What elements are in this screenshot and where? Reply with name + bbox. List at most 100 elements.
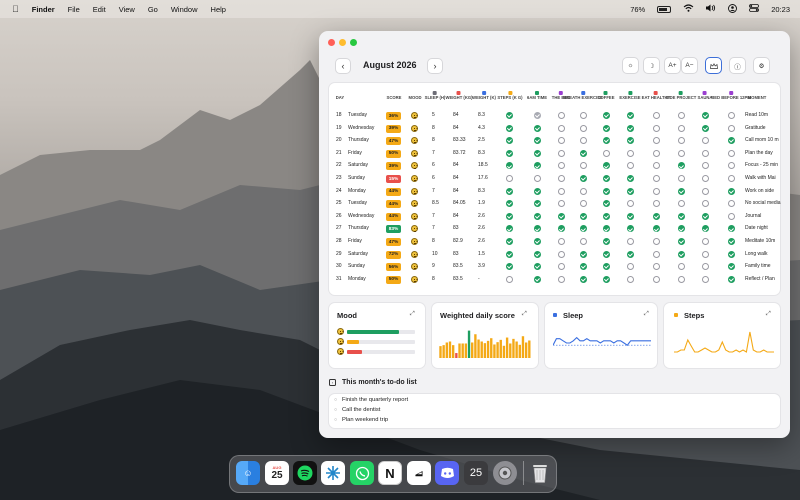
- habit-check[interactable]: [602, 175, 610, 182]
- habit-check[interactable]: [557, 200, 565, 208]
- menu-go[interactable]: Go: [148, 5, 158, 14]
- habit-check[interactable]: [533, 149, 541, 157]
- habit-check[interactable]: [727, 124, 735, 132]
- habit-check[interactable]: [557, 175, 565, 182]
- zoom-window-button[interactable]: [350, 39, 357, 46]
- habit-check[interactable]: [652, 124, 660, 132]
- habit-check[interactable]: [602, 137, 610, 145]
- habit-check[interactable]: [533, 250, 541, 258]
- menu-edit[interactable]: Edit: [93, 5, 106, 14]
- habit-check[interactable]: [533, 175, 541, 182]
- finder-icon[interactable]: ☺: [236, 461, 260, 485]
- habit-check[interactable]: [626, 137, 634, 145]
- habit-check[interactable]: [652, 275, 660, 283]
- habit-check[interactable]: [727, 200, 735, 208]
- habit-check[interactable]: [557, 137, 565, 145]
- prev-month-button[interactable]: ‹: [335, 58, 351, 74]
- todo-item[interactable]: Plan weekend trip: [334, 417, 388, 423]
- habit-check[interactable]: [533, 162, 541, 170]
- calendar-widget-icon[interactable]: 25: [464, 461, 488, 485]
- habit-check[interactable]: [701, 149, 709, 157]
- habit-check[interactable]: [602, 187, 610, 195]
- menu-help[interactable]: Help: [211, 5, 226, 14]
- minimize-window-button[interactable]: [339, 39, 346, 46]
- habit-check[interactable]: [727, 263, 735, 271]
- habit-check[interactable]: [727, 175, 735, 182]
- habit-check[interactable]: [677, 200, 685, 208]
- habit-check[interactable]: [626, 187, 634, 195]
- habit-check[interactable]: [701, 200, 709, 208]
- habit-check[interactable]: [626, 149, 634, 157]
- expand-icon[interactable]: ⤢: [410, 311, 415, 318]
- habit-check[interactable]: [701, 137, 709, 145]
- steps-check[interactable]: [506, 275, 513, 283]
- habit-check[interactable]: [602, 263, 610, 271]
- habit-check[interactable]: [533, 124, 541, 132]
- table-row[interactable]: 23 Sunday 15% 6 84 17.6 Walk with Mai: [333, 172, 777, 184]
- battery-icon[interactable]: [657, 5, 672, 13]
- habit-check[interactable]: [557, 238, 565, 245]
- habit-check[interactable]: [677, 137, 685, 145]
- habit-check[interactable]: [652, 187, 660, 195]
- habit-check[interactable]: [557, 149, 565, 157]
- table-row[interactable]: 19 Wednesday 39% 8 84 4.3 Gratitude: [333, 122, 777, 134]
- clock[interactable]: 20:23: [771, 5, 790, 14]
- steps-check[interactable]: [506, 238, 513, 245]
- steps-check[interactable]: [506, 250, 513, 258]
- light-mode-button[interactable]: ☼: [622, 57, 639, 74]
- apple-menu-icon[interactable]: : [12, 4, 19, 14]
- table-row[interactable]: 29 Saturday 72% 10 83 1.5 Long walk: [333, 248, 777, 260]
- habit-check[interactable]: [701, 263, 709, 271]
- habit-check[interactable]: [626, 275, 634, 283]
- habit-check[interactable]: [727, 112, 735, 119]
- habit-check[interactable]: [727, 238, 735, 245]
- table-row[interactable]: 22 Saturday 39% 6 84 18.5 Focus - 25 min: [333, 159, 778, 171]
- habit-check[interactable]: [626, 263, 634, 271]
- user-icon[interactable]: [728, 3, 738, 15]
- habit-check[interactable]: [701, 250, 709, 258]
- habit-check[interactable]: [533, 225, 541, 233]
- volume-icon[interactable]: [706, 4, 716, 14]
- habit-check[interactable]: [579, 250, 587, 258]
- trash-icon[interactable]: [528, 461, 552, 485]
- habit-check[interactable]: [626, 175, 634, 182]
- spotify-icon[interactable]: [293, 461, 317, 485]
- table-row[interactable]: 24 Monday 44% 7 84 8.3 Work on side: [333, 185, 777, 197]
- close-window-button[interactable]: [328, 39, 335, 46]
- table-row[interactable]: 20 Thursday 47% 8 83.33 2.5 Call mom 10 m: [333, 134, 779, 146]
- habit-check[interactable]: [579, 225, 587, 233]
- habit-check[interactable]: [727, 250, 735, 258]
- expand-icon[interactable]: ⤢: [522, 311, 527, 318]
- habit-check[interactable]: [626, 250, 634, 258]
- habit-check[interactable]: [701, 175, 709, 182]
- habit-check[interactable]: [701, 225, 709, 233]
- habit-check[interactable]: [579, 175, 587, 182]
- habit-check[interactable]: [652, 112, 660, 119]
- steps-check[interactable]: [506, 137, 513, 145]
- habit-check[interactable]: [701, 238, 709, 245]
- habit-check[interactable]: [533, 212, 541, 220]
- habit-check[interactable]: [701, 212, 709, 220]
- habit-check[interactable]: [677, 175, 685, 182]
- steps-check[interactable]: [506, 263, 513, 271]
- habit-check[interactable]: [533, 112, 541, 119]
- habit-check[interactable]: [727, 212, 735, 220]
- steps-check[interactable]: [506, 200, 513, 208]
- habit-check[interactable]: [701, 275, 709, 283]
- control-center-icon[interactable]: [749, 4, 760, 14]
- habit-check[interactable]: [579, 187, 587, 195]
- habit-check[interactable]: [557, 212, 565, 220]
- habit-check[interactable]: [677, 162, 685, 170]
- habit-check[interactable]: [602, 200, 610, 208]
- table-row[interactable]: 21 Friday 50% 7 83.72 8.3 Plan the day: [333, 147, 777, 159]
- font-larger-button[interactable]: A+: [664, 57, 681, 74]
- habit-check[interactable]: [677, 263, 685, 271]
- habit-check[interactable]: [652, 200, 660, 208]
- habit-check[interactable]: [652, 225, 660, 233]
- habit-check[interactable]: [579, 162, 587, 170]
- habit-check[interactable]: [579, 149, 587, 157]
- habit-check[interactable]: [652, 238, 660, 245]
- habit-check[interactable]: [677, 187, 685, 195]
- habit-check[interactable]: [677, 124, 685, 132]
- habit-check[interactable]: [727, 162, 735, 170]
